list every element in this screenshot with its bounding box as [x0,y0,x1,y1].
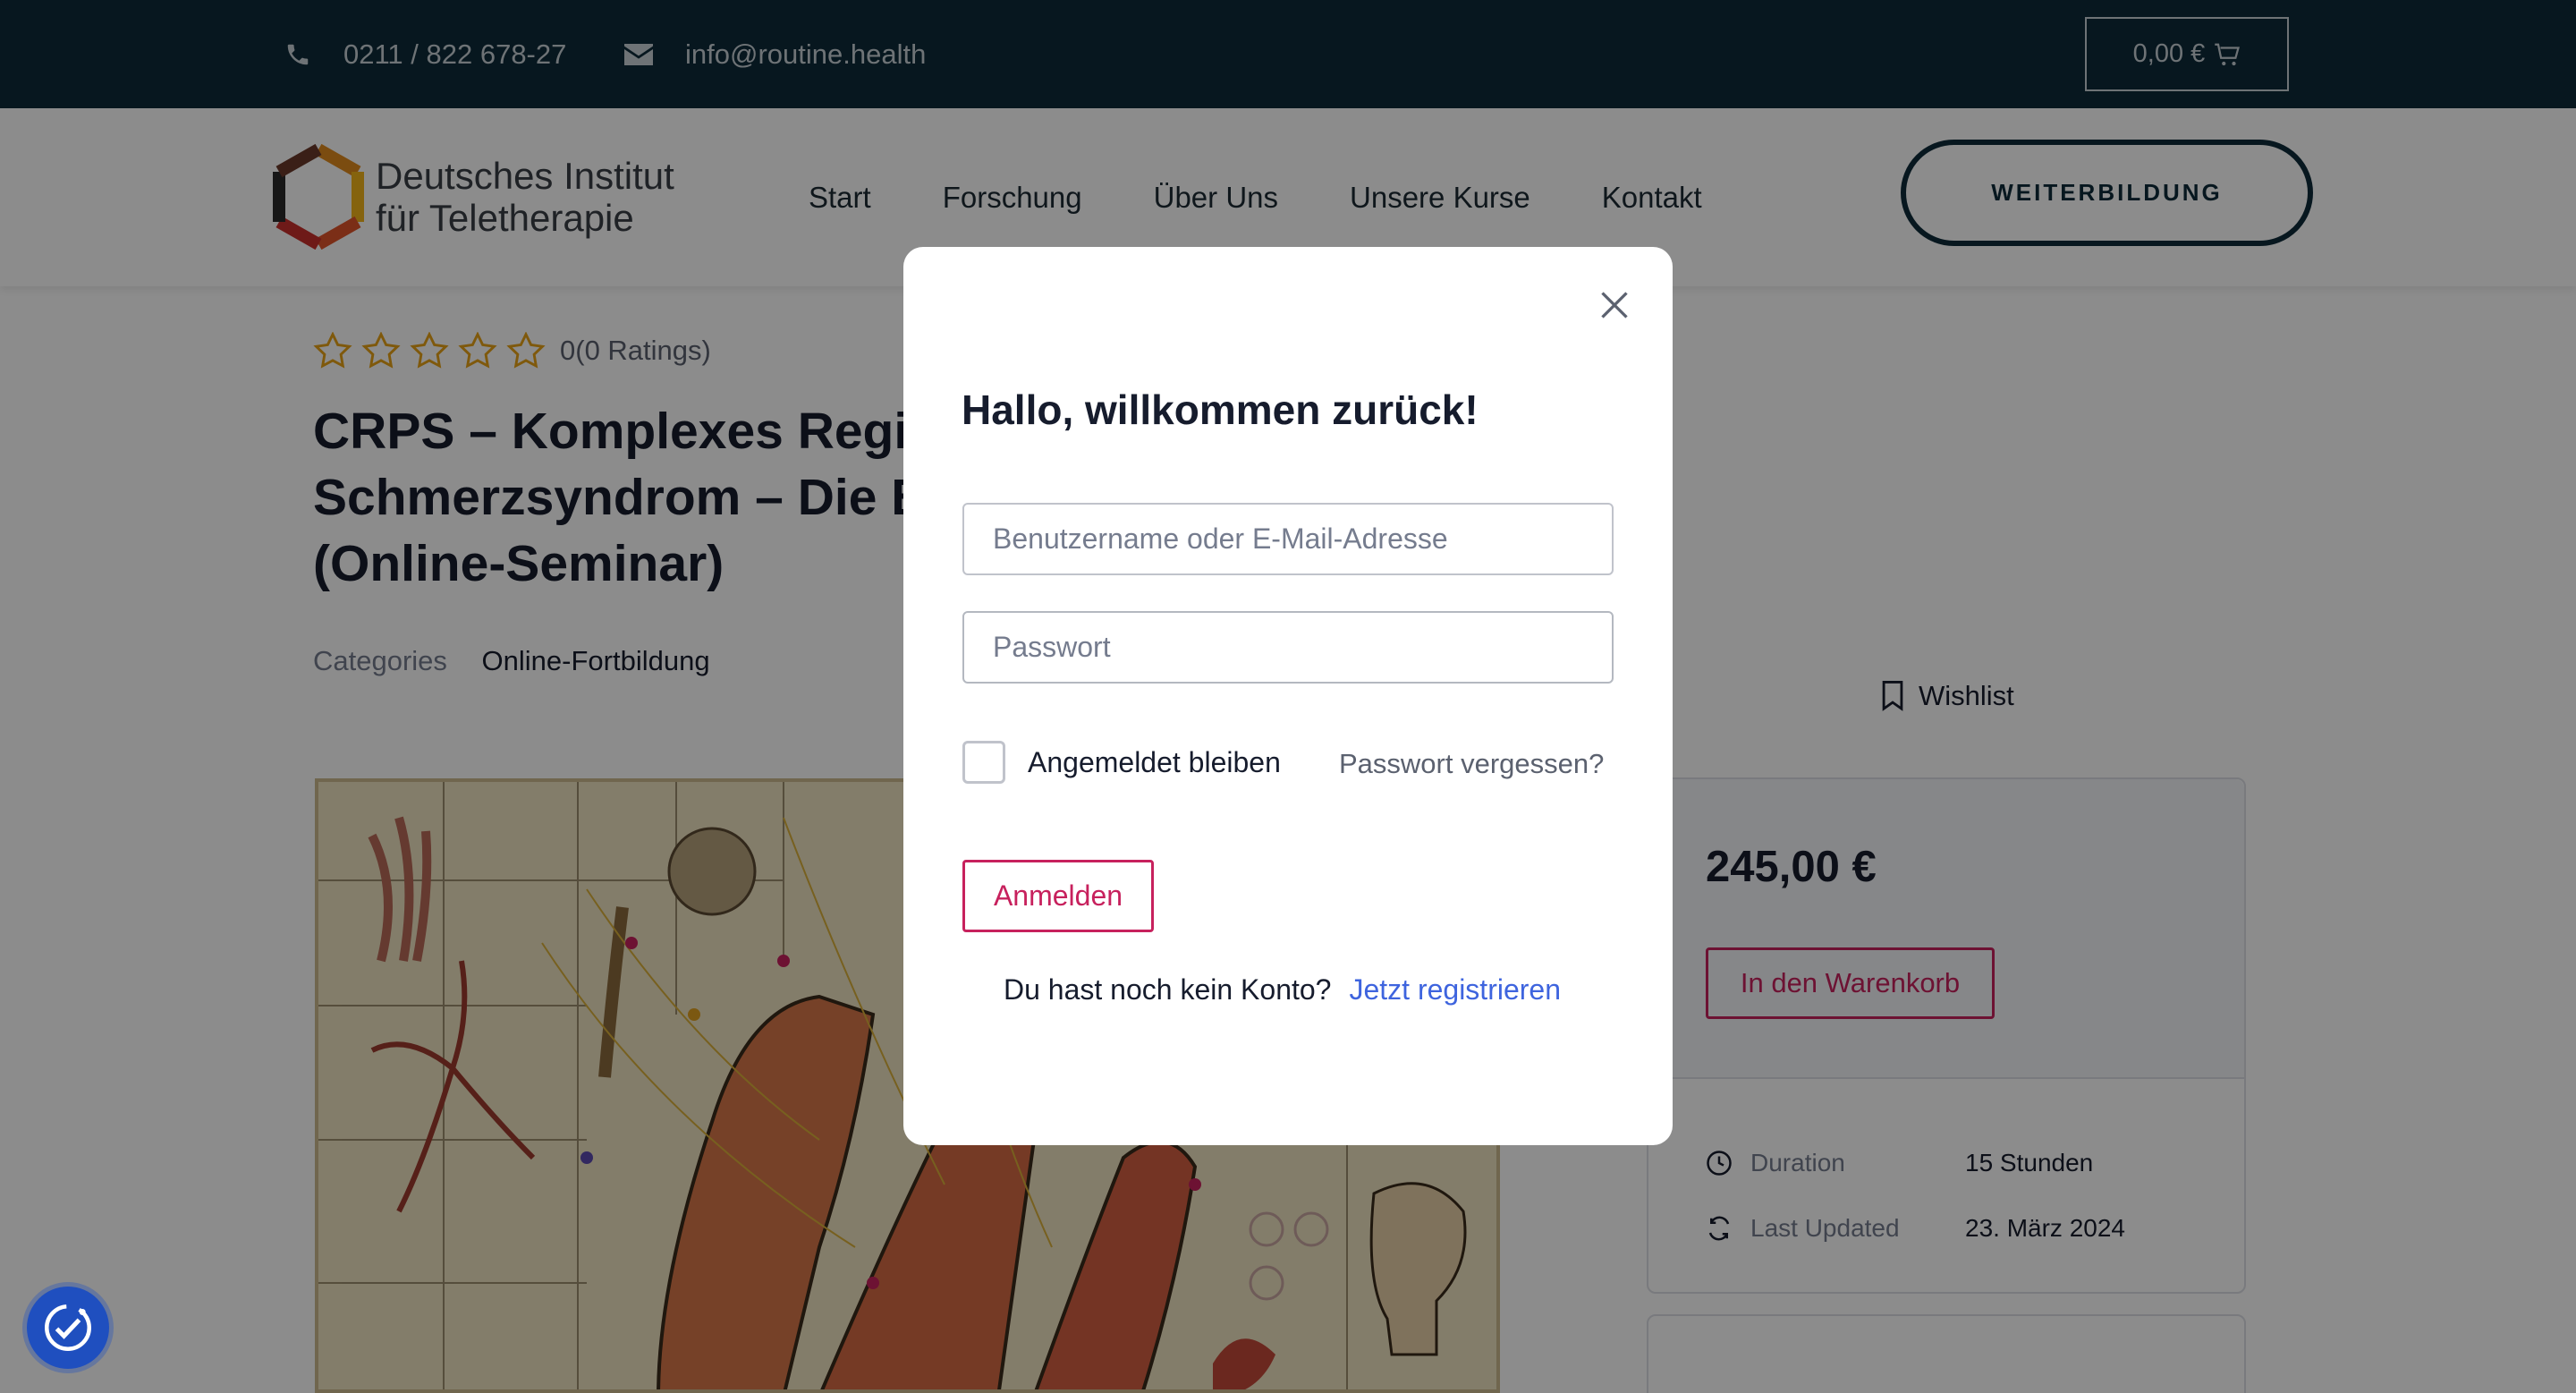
accessibility-button[interactable] [27,1287,109,1369]
no-account-text: Du hast noch kein Konto? [1004,973,1332,1006]
close-icon [1601,292,1628,319]
register-prompt: Du hast noch kein Konto? Jetzt registrie… [1004,973,1561,1007]
remember-checkbox[interactable] [962,741,1005,784]
login-modal: Hallo, willkommen zurück! Angemeldet ble… [903,247,1673,1145]
register-link[interactable]: Jetzt registrieren [1349,973,1561,1007]
password-input[interactable] [962,611,1614,684]
username-input[interactable] [962,503,1614,575]
accessibility-icon [45,1304,91,1351]
forgot-password-link[interactable]: Passwort vergessen? [1339,748,1604,780]
remember-me[interactable]: Angemeldet bleiben [962,741,1281,784]
remember-label: Angemeldet bleiben [1028,745,1281,778]
modal-title: Hallo, willkommen zurück! [962,386,1479,433]
close-button[interactable] [1588,278,1641,332]
login-button[interactable]: Anmelden [962,860,1154,932]
